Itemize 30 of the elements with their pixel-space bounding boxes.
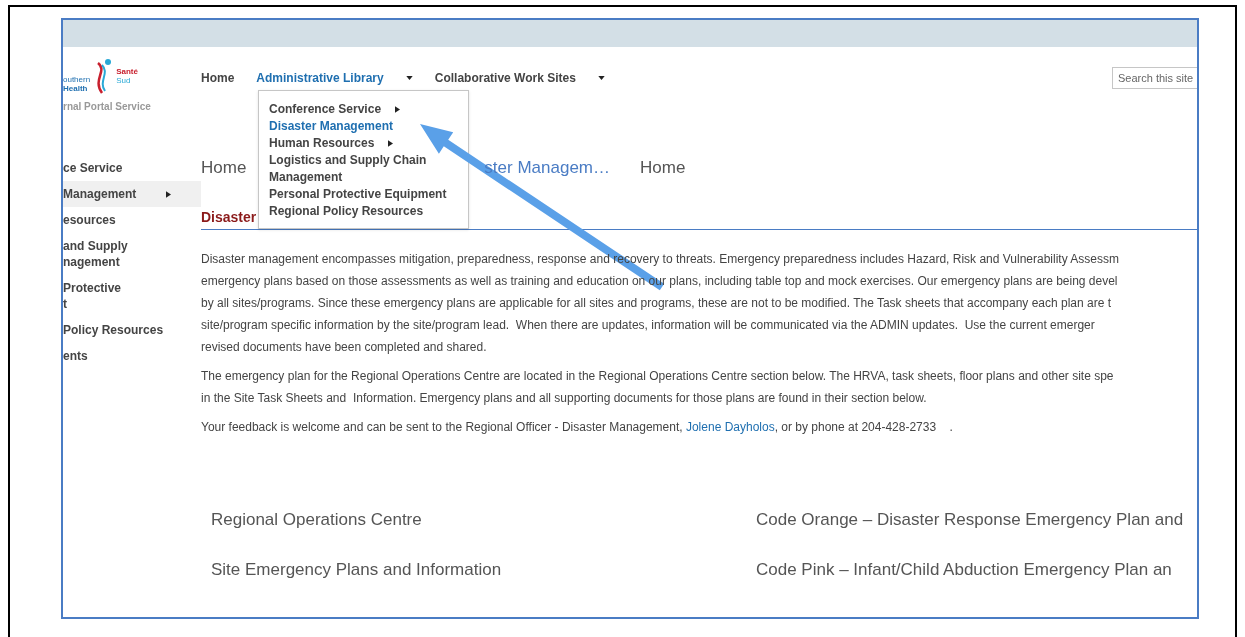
nav-link[interactable]: Administrative Library xyxy=(256,69,384,87)
contact-link[interactable]: Jolene Dayholos xyxy=(685,420,775,434)
page-title: Disaster xyxy=(201,209,257,225)
side-nav-item[interactable]: Management xyxy=(63,181,201,207)
search-field[interactable]: Search this site xyxy=(1112,67,1197,89)
dropdown-caret-icon[interactable] xyxy=(597,76,605,80)
nav-link[interactable]: Home xyxy=(201,69,235,87)
paragraph: The emergency plan for the Regional Operations Centre are located in the Regional Operations Centre section below. The HRVA, task sheets, floor plans and other site spe in the Site Task Sheets and Information. Emergency plans and all supporting documents for those plans are found in their section below. xyxy=(201,368,1115,407)
side-nav-item[interactable]: ce Service xyxy=(63,155,201,181)
menu-item[interactable]: Human Resources xyxy=(269,135,375,152)
section-link[interactable]: Regional Operations Centre xyxy=(211,508,756,531)
menu-item[interactable]: Personal Protective Equipment xyxy=(269,186,447,203)
side-nav-item[interactable]: esources xyxy=(63,207,201,233)
section-link[interactable]: Site Emergency Plans and Information xyxy=(211,558,756,581)
portal-name: rnal Portal Service xyxy=(63,100,152,114)
side-nav-item[interactable]: Policy Resources xyxy=(63,317,201,343)
menu-item[interactable]: Regional Policy Resources xyxy=(269,203,424,220)
section-link[interactable]: Code Pink – Infant/Child Abduction Emergency Plan an xyxy=(756,558,1197,581)
menu-item[interactable]: Disaster Management xyxy=(269,118,394,135)
menu-item[interactable]: Logistics and Supply Chain Management xyxy=(269,152,468,186)
menu-item[interactable]: Conference Service xyxy=(269,101,382,118)
side-nav-item[interactable]: Protective t xyxy=(63,275,201,317)
section-link[interactable]: Code Orange – Disaster Response Emergency Plan and xyxy=(756,508,1197,531)
logo: outhern Health Santé Sud rnal Portal Service xyxy=(63,47,201,132)
breadcrumb-link[interactable]: Home xyxy=(201,155,247,181)
dropdown-caret-icon[interactable] xyxy=(405,76,413,80)
nav-link[interactable]: Collaborative Work Sites xyxy=(434,69,576,87)
breadcrumb-link[interactable]: Home xyxy=(640,155,686,181)
paragraph: Your feedback is welcome and can be sent to the Regional Officer - Disaster Management, Jolene Dayholos, or by phone at 204-428-2733 . xyxy=(201,419,954,436)
side-nav-item[interactable]: ents xyxy=(63,343,201,369)
